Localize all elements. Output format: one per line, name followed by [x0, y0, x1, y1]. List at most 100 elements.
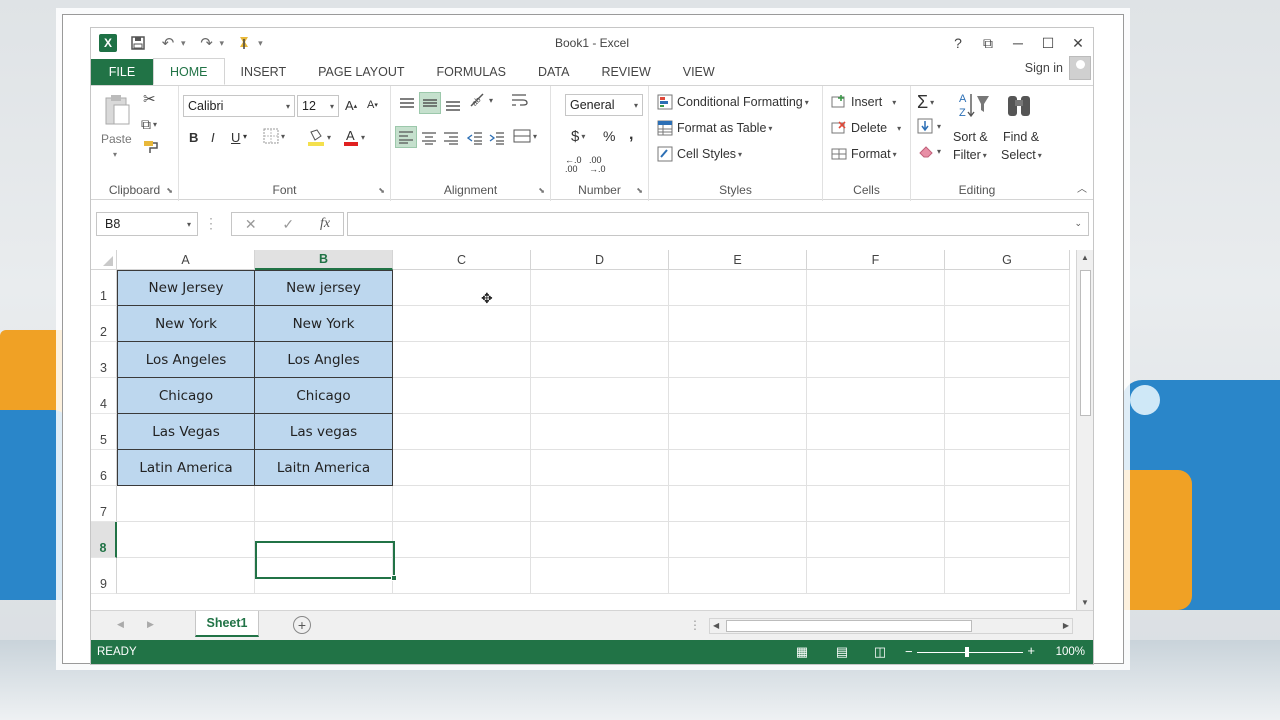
row-header-6[interactable]: 6 — [91, 450, 117, 486]
vertical-scroll-thumb[interactable] — [1080, 270, 1091, 416]
clear-icon[interactable]: ▾ — [917, 144, 941, 158]
cell-c9[interactable] — [393, 558, 531, 594]
zoom-thumb[interactable] — [965, 647, 969, 657]
cancel-icon[interactable]: ✕ — [245, 216, 257, 233]
tab-review[interactable]: REVIEW — [585, 59, 666, 85]
tab-view[interactable]: VIEW — [667, 59, 731, 85]
ribbon-display-options-button[interactable]: ⧉ — [973, 30, 1003, 56]
prev-sheet-icon[interactable]: ◀ — [117, 619, 124, 630]
row-header-1[interactable]: 1 — [91, 270, 117, 306]
font-size-select[interactable]: 12 ▾ — [297, 95, 339, 117]
page-break-preview-icon[interactable]: ◫ — [869, 643, 891, 661]
cell-a8[interactable] — [117, 522, 255, 558]
middle-align-icon[interactable] — [419, 92, 441, 114]
cell-d9[interactable] — [531, 558, 669, 594]
underline-dropdown-icon[interactable]: ▾ — [243, 132, 247, 141]
comma-button[interactable]: , — [629, 126, 633, 144]
fill-icon[interactable]: ▾ — [917, 118, 941, 134]
next-sheet-icon[interactable]: ▶ — [147, 619, 154, 630]
cell-f1[interactable] — [807, 270, 945, 306]
cell-c7[interactable] — [393, 486, 531, 522]
cell-d4[interactable] — [531, 378, 669, 414]
cell-e3[interactable] — [669, 342, 807, 378]
borders-icon[interactable]: ▾ — [263, 128, 285, 144]
cell-a9[interactable] — [117, 558, 255, 594]
cell-d1[interactable] — [531, 270, 669, 306]
cell-d3[interactable] — [531, 342, 669, 378]
cell-a6[interactable]: Latin America — [117, 450, 255, 486]
cell-d2[interactable] — [531, 306, 669, 342]
cell-g4[interactable] — [945, 378, 1070, 414]
scroll-down-icon[interactable]: ▼ — [1081, 598, 1089, 607]
bold-button[interactable]: B — [189, 130, 198, 145]
insert-cells-button[interactable]: Insert ▾ — [831, 94, 896, 110]
row-header-3[interactable]: 3 — [91, 342, 117, 378]
cell-f8[interactable] — [807, 522, 945, 558]
cell-f6[interactable] — [807, 450, 945, 486]
cell-g2[interactable] — [945, 306, 1070, 342]
tab-page-layout[interactable]: PAGE LAYOUT — [302, 59, 420, 85]
font-launcher-icon[interactable]: ⬊ — [378, 186, 385, 195]
cell-styles-button[interactable]: Cell Styles ▾ — [657, 146, 742, 162]
excel-logo-icon[interactable]: X — [99, 34, 117, 52]
cell-d8[interactable] — [531, 522, 669, 558]
number-launcher-icon[interactable]: ⬊ — [636, 186, 643, 195]
zoom-level[interactable]: 100% — [1056, 646, 1085, 658]
increase-indent-icon[interactable] — [487, 128, 507, 148]
undo-dropdown-icon[interactable]: ▾ — [181, 38, 186, 49]
align-left-icon[interactable] — [395, 126, 417, 148]
column-header-a[interactable]: A — [117, 250, 255, 270]
find-select-label-1[interactable]: Find & — [1003, 130, 1039, 144]
zoom-in-icon[interactable]: + — [1027, 643, 1035, 658]
number-format-select[interactable]: General ▾ — [565, 94, 643, 116]
cell-e7[interactable] — [669, 486, 807, 522]
cell-d6[interactable] — [531, 450, 669, 486]
top-align-icon[interactable] — [397, 94, 417, 114]
redo-icon[interactable]: ↷ — [198, 34, 216, 52]
cell-c8[interactable] — [393, 522, 531, 558]
percent-button[interactable]: % — [603, 128, 615, 144]
row-header-9[interactable]: 9 — [91, 558, 117, 594]
redo-dropdown-icon[interactable]: ▾ — [220, 38, 225, 49]
format-painter-icon[interactable] — [143, 140, 159, 154]
italic-button[interactable]: I — [211, 130, 215, 145]
cell-a4[interactable]: Chicago — [117, 378, 255, 414]
autosum-icon[interactable]: Σ ▾ — [917, 92, 934, 113]
align-right-icon[interactable] — [441, 128, 461, 148]
cell-e8[interactable] — [669, 522, 807, 558]
tab-home[interactable]: HOME — [153, 58, 225, 85]
help-button[interactable]: ? — [943, 30, 973, 56]
tab-data[interactable]: DATA — [522, 59, 585, 85]
column-header-b[interactable]: B — [255, 250, 393, 270]
shrink-font-icon[interactable]: A ▾ — [367, 99, 378, 111]
merge-center-icon[interactable]: ▾ — [513, 128, 537, 144]
font-name-select[interactable]: Calibri ▾ — [183, 95, 295, 117]
cell-a5[interactable]: Las Vegas — [117, 414, 255, 450]
font-color-icon[interactable]: A ▾ — [343, 128, 365, 146]
column-header-c[interactable]: C — [393, 250, 531, 270]
cell-b7[interactable] — [255, 486, 393, 522]
underline-button[interactable]: U — [231, 130, 240, 145]
cell-e1[interactable] — [669, 270, 807, 306]
cell-b3[interactable]: Los Angles — [255, 342, 393, 378]
fill-handle[interactable] — [391, 575, 397, 581]
align-center-icon[interactable] — [419, 128, 439, 148]
formula-bar-splitter-icon[interactable]: ⋮ — [204, 215, 218, 232]
cell-a2[interactable]: New York — [117, 306, 255, 342]
cell-c6[interactable] — [393, 450, 531, 486]
cell-f2[interactable] — [807, 306, 945, 342]
delete-cells-button[interactable]: Delete ▾ — [831, 120, 901, 136]
save-icon[interactable] — [129, 34, 147, 52]
tab-insert[interactable]: INSERT — [225, 59, 303, 85]
column-header-d[interactable]: D — [531, 250, 669, 270]
insert-function-button[interactable]: fx — [320, 216, 330, 232]
currency-button[interactable]: $ ▾ — [571, 128, 585, 145]
row-header-7[interactable]: 7 — [91, 486, 117, 522]
cell-e4[interactable] — [669, 378, 807, 414]
cell-b4[interactable]: Chicago — [255, 378, 393, 414]
cell-e6[interactable] — [669, 450, 807, 486]
cut-icon[interactable]: ✂ — [143, 90, 156, 108]
cell-e5[interactable] — [669, 414, 807, 450]
page-layout-view-icon[interactable]: ▤ — [831, 643, 853, 661]
cell-f9[interactable] — [807, 558, 945, 594]
